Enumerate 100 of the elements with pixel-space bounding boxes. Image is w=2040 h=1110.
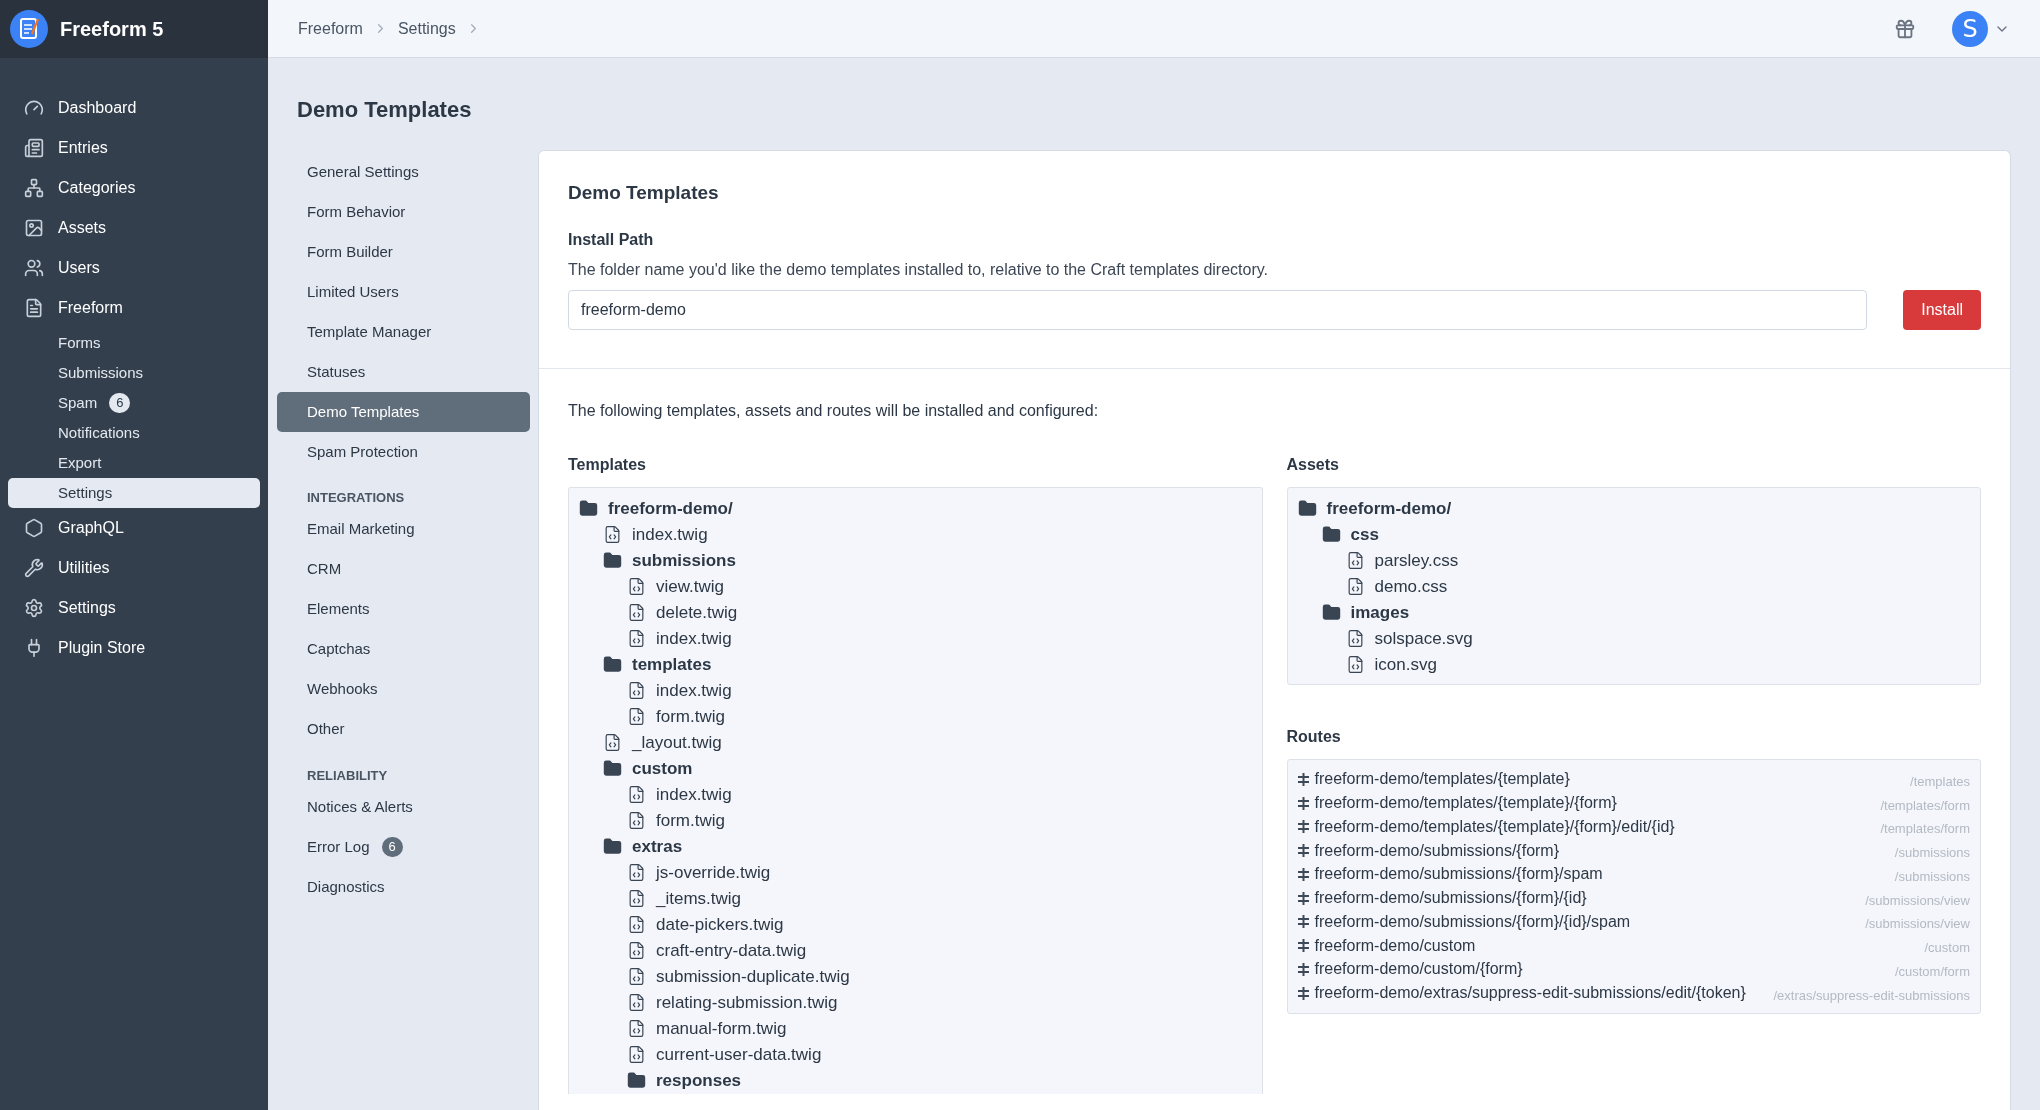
nav-subitem[interactable]: Submissions (8, 358, 260, 388)
settings-nav-item[interactable]: Captchas (277, 629, 530, 670)
code-file-icon (603, 525, 622, 544)
nav-item[interactable]: Settings (8, 588, 260, 628)
nav-subitem[interactable]: Settings (8, 478, 260, 508)
route-pattern: freeform-demo/templates/{template}/{form} (1314, 793, 1617, 813)
code-file-icon (627, 993, 646, 1012)
nav-subitem[interactable]: Export (8, 448, 260, 478)
settings-nav-item[interactable]: Elements (277, 589, 530, 630)
breadcrumb-link[interactable]: Settings (397, 16, 456, 41)
code-file-icon (627, 681, 646, 700)
file-name: parsley.css (1374, 549, 1459, 572)
image-icon (24, 218, 44, 238)
route-pattern: freeform-demo/templates/{template}/{form}/edit/{id} (1314, 816, 1675, 837)
route-template: /submissions/view (1865, 891, 1970, 910)
settings-nav-item[interactable]: Spam Protection (277, 432, 530, 472)
folder-icon (1321, 525, 1341, 544)
field-description: The folder name you'd like the demo templates installed to, relative to the Craft templates directory. (568, 259, 1269, 280)
settings-nav-label: Statuses (307, 361, 366, 382)
signpost-icon (1297, 844, 1309, 857)
hexagon-icon (24, 518, 44, 538)
nav-subitem-label: Submissions (58, 362, 144, 383)
file-name: index.twig (656, 627, 732, 650)
settings-nav-item[interactable]: Error Log 6 (277, 827, 530, 867)
file-name: solspace.svg (1374, 627, 1473, 650)
nav-item[interactable]: Categories (8, 168, 260, 208)
code-file-icon (627, 1045, 646, 1064)
route-template: /submissions/view (1865, 915, 1970, 934)
settings-nav-item[interactable]: Webhooks (277, 669, 530, 710)
settings-nav-label: Demo Templates (307, 401, 420, 422)
settings-nav-item[interactable]: Form Behavior (277, 192, 530, 232)
folder-icon (627, 1071, 646, 1090)
settings-nav-item[interactable]: General Settings (277, 152, 530, 192)
settings-nav-label: Webhooks (307, 679, 378, 700)
settings-nav-item[interactable]: Demo Templates (277, 392, 530, 432)
settings-nav-label: General Settings (307, 161, 419, 182)
code-file-icon (627, 967, 646, 986)
nav-item[interactable]: Dashboard (8, 88, 260, 128)
settings-nav-item[interactable]: Email Marketing (277, 509, 530, 550)
nav-item[interactable]: Utilities (8, 548, 260, 588)
file-name: js-override.twig (656, 861, 771, 884)
nav-subitem[interactable]: Forms (8, 328, 260, 358)
app-name: Freeform 5 (60, 17, 164, 42)
settings-nav-item[interactable]: Other (277, 709, 530, 750)
settings-nav-item[interactable]: Statuses (277, 352, 530, 392)
file-name: _layout.twig (632, 731, 722, 754)
file-name: current-user-data.twig (656, 1043, 822, 1066)
code-file-icon (627, 1019, 646, 1038)
nav-subitem[interactable]: Notifications (8, 418, 260, 448)
settings-nav-label: Form Builder (307, 241, 393, 262)
install-path-field[interactable]: freeform-demo (568, 289, 1868, 330)
route-pattern: freeform-demo/custom/{form} (1314, 959, 1523, 980)
settings-nav-item[interactable]: Notices & Alerts (277, 787, 530, 827)
settings-nav-item[interactable]: Limited Users (277, 272, 530, 312)
code-file-icon (603, 733, 622, 752)
folder-name: custom (632, 757, 693, 780)
settings-nav-label: Diagnostics (307, 876, 385, 897)
nav-item[interactable]: GraphQL (8, 508, 260, 548)
route-pattern: freeform-demo/submissions/{form}/spam (1314, 864, 1603, 885)
folder-name: submissions (632, 549, 736, 572)
nav-item[interactable]: Users (8, 248, 260, 288)
nav-item[interactable]: Entries (8, 128, 260, 168)
route-pattern: freeform-demo/submissions/{form} (1314, 840, 1560, 861)
wrench-icon (24, 558, 44, 578)
section-title: Routes (1286, 726, 1342, 747)
nav-item[interactable]: Freeform (8, 288, 260, 328)
nav-subitem[interactable]: Spam 6 (8, 388, 260, 418)
section-heading: INTEGRATIONS (306, 489, 406, 507)
folder-name: freeform-demo/ (608, 497, 733, 520)
signpost-icon (1297, 891, 1309, 905)
signpost-icon (1297, 796, 1309, 810)
file-name: relating-submission.twig (656, 991, 838, 1014)
nav-item[interactable]: Plugin Store (8, 628, 260, 668)
settings-nav-label: Other (307, 719, 345, 740)
install-button[interactable]: Install (1903, 289, 1981, 330)
sitemap-icon (24, 178, 44, 198)
user-menu-button[interactable]: S (1952, 10, 2010, 47)
settings-nav-label: Error Log (307, 836, 370, 857)
file-name: manual-form.twig (656, 1017, 787, 1040)
gift-icon[interactable] (1894, 17, 1916, 40)
file-name: form.twig (656, 705, 725, 728)
field-label: Install Path (568, 229, 655, 250)
breadcrumb-link[interactable]: Freeform (298, 16, 363, 41)
file-name: icon.svg (1374, 653, 1437, 676)
code-file-icon (627, 629, 646, 648)
file-name: craft-entry-data.twig (656, 939, 807, 962)
user-avatar: S (1952, 10, 1988, 47)
file-name: delete.twig (656, 601, 738, 624)
settings-nav-item[interactable]: Template Manager (277, 312, 530, 352)
file-name: demo.css (1374, 575, 1448, 598)
newspaper-icon (24, 138, 44, 158)
route-pattern: freeform-demo/custom (1314, 935, 1476, 956)
code-file-icon (627, 577, 646, 596)
settings-nav-item[interactable]: Form Builder (277, 232, 530, 272)
route-pattern: freeform-demo/extras/suppress-edit-submissions/edit/{token} (1314, 983, 1746, 1003)
settings-nav-item[interactable]: Diagnostics (277, 867, 530, 907)
folder-name: responses (656, 1069, 742, 1092)
nav-item[interactable]: Assets (8, 208, 260, 248)
settings-nav-item[interactable]: CRM (277, 549, 530, 590)
file-name: date-pickers.twig (656, 913, 784, 936)
